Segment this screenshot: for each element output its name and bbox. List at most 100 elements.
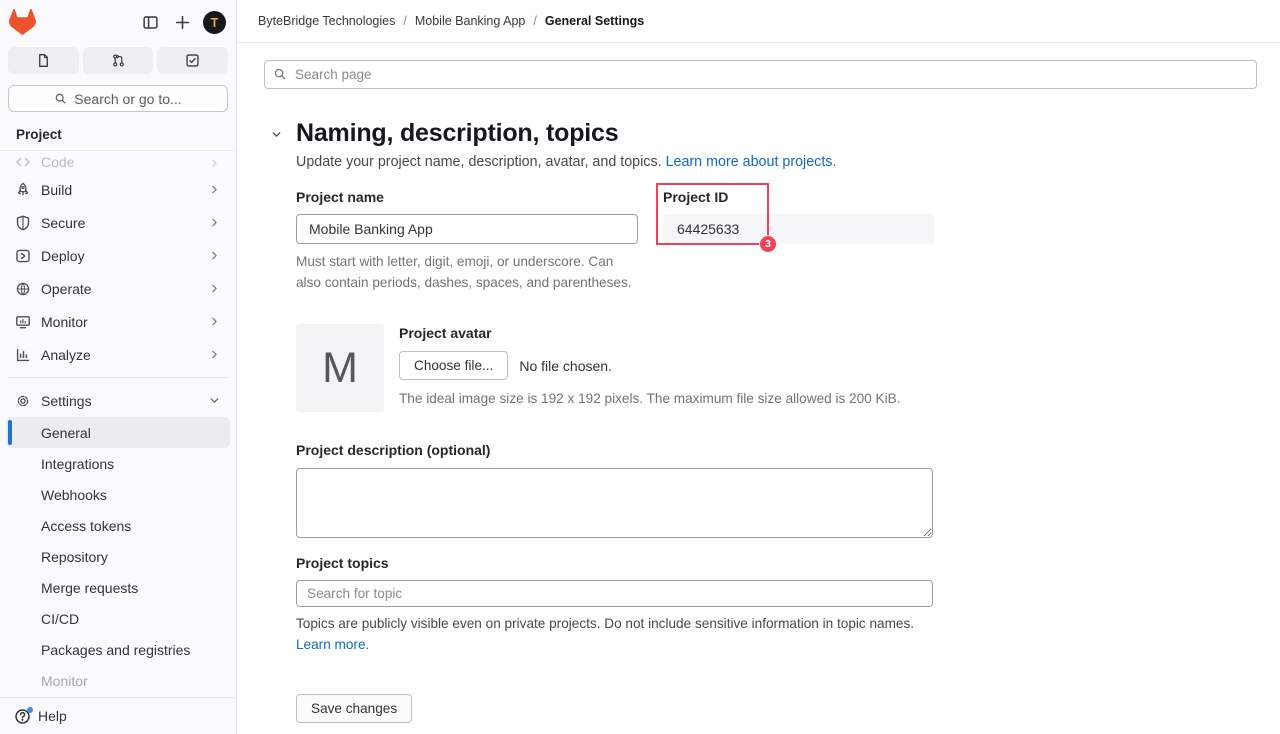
project-avatar-label: Project avatar [399,325,900,341]
section-subtitle-text: Update your project name, description, a… [296,154,662,170]
section-subtitle: Update your project name, description, a… [296,154,1257,170]
breadcrumb-item-bytebridge-technologies[interactable]: ByteBridge Technologies [258,14,395,28]
sidebar-subitem-webhooks[interactable]: Webhooks [6,479,230,510]
chevron-down-icon [208,394,221,407]
chevron-right-icon [208,183,221,196]
chevron-right-icon [208,315,221,328]
sidebar-item-label: Analyze [41,347,208,363]
sidebar-item-label: Code [41,154,208,170]
analyze-icon [15,347,31,363]
main-area: ByteBridge Technologies / Mobile Banking A… [237,0,1280,734]
sidebar-subitem-label: Access tokens [41,518,131,534]
project-avatar-tile: M [296,324,384,412]
sidebar-subitem-packages-and-registries[interactable]: Packages and registries [6,634,230,665]
search-icon [273,67,287,81]
project-description-textarea[interactable] [296,468,933,538]
sidebar-item-label: Deploy [41,248,208,264]
sidebar-subitem-integrations[interactable]: Integrations [6,448,230,479]
sidebar-item-settings[interactable]: Settings [6,384,230,417]
topics-help-text: Topics are publicly visible even on priv… [296,616,914,631]
sidebar-item-monitor[interactable]: Monitor [6,305,230,338]
search-page-input[interactable] [264,60,1257,89]
chevron-right-icon [208,249,221,262]
operate-icon [15,281,31,297]
search-or-go-to-label: Search or go to... [74,91,181,107]
sidebar-item-label: Build [41,182,208,198]
topics-help: Topics are publicly visible even on priv… [296,613,946,655]
context-header: Project [0,112,236,151]
search-or-go-to-button[interactable]: Search or go to... [8,85,228,112]
avatar-help: The ideal image size is 192 x 192 pixels… [399,391,900,406]
project-topics-input[interactable] [296,580,933,607]
breadcrumb-separator: / [403,14,406,28]
create-new-button[interactable] [169,9,195,35]
sidebar-subitem-ci-cd[interactable]: CI/CD [6,603,230,634]
sidebar-item-build[interactable]: Build [6,173,230,206]
breadcrumb-item-mobile-banking-app[interactable]: Mobile Banking App [415,14,526,28]
deploy-icon [15,248,31,264]
help-label: Help [38,708,67,724]
sidebar-subitem-monitor[interactable]: Monitor [6,665,230,696]
section-collapse-chevron-icon[interactable] [270,128,283,141]
sidebar-item-label: Secure [41,215,208,231]
save-changes-button[interactable]: Save changes [296,694,412,723]
counter-buttons [0,44,236,74]
breadcrumb-item-general-settings: General Settings [545,14,644,28]
gear-icon [15,393,31,409]
sidebar-subitem-label: Monitor [41,673,88,689]
todo-list-button[interactable] [157,47,228,74]
sidebar-subitem-label: Repository [41,549,108,565]
settings-content: Naming, description, topics Update your … [237,43,1280,734]
sidebar-subitem-label: General [41,425,91,441]
sidebar-toggle-button[interactable] [137,9,163,35]
breadcrumb-separator: / [533,14,536,28]
sidebar-subitem-label: Packages and registries [41,642,190,658]
sidebar-subitem-access-tokens[interactable]: Access tokens [6,510,230,541]
no-file-chosen-text: No file chosen. [519,358,612,374]
sidebar-item-code[interactable]: Code [6,153,230,173]
project-id-value: 64425633 [663,214,934,244]
sidebar-item-secure[interactable]: Secure [6,206,230,239]
panel-toggle-icon [142,14,159,31]
project-name-help: Must start with letter, digit, emoji, or… [296,251,638,293]
sidebar-subitem-label: Merge requests [41,580,138,596]
super-sidebar: T Search or go to... Project Code Build Se… [0,0,237,734]
sidebar-subitem-repository[interactable]: Repository [6,541,230,572]
gitlab-logo-icon [9,9,36,35]
sidebar-item-analyze[interactable]: Analyze [6,338,230,371]
merge-request-icon [111,53,126,68]
project-topics-label: Project topics [296,555,1257,571]
sidebar-subitem-general[interactable]: General [6,417,230,448]
todo-icon [185,53,200,68]
chevron-right-icon [208,216,221,229]
breadcrumb: ByteBridge Technologies / Mobile Banking A… [258,14,644,28]
issues-button[interactable] [8,47,79,74]
project-name-label: Project name [296,189,638,205]
sidebar-item-label: Settings [41,393,208,409]
topics-learn-more-link[interactable]: Learn more. [296,637,369,652]
search-icon [54,92,67,105]
project-description-label: Project description (optional) [296,442,1257,458]
issues-icon [36,53,51,68]
project-name-input[interactable] [296,214,638,244]
sidebar-subitem-merge-requests[interactable]: Merge requests [6,572,230,603]
breadcrumb-bar: ByteBridge Technologies / Mobile Banking A… [237,0,1280,43]
nav-divider [8,377,228,378]
shield-icon [15,215,31,231]
sidebar-subitem-label: CI/CD [41,611,79,627]
merge-requests-button[interactable] [83,47,154,74]
sidebar-help-item[interactable]: Help [0,697,236,734]
chevron-right-icon [208,157,221,170]
sidebar-item-operate[interactable]: Operate [6,272,230,305]
sidebar-item-label: Operate [41,281,208,297]
learn-more-projects-link[interactable]: Learn more about projects. [666,154,837,170]
sidebar-nav: Code Build Secure Deploy Operate Monitor Analy… [0,151,236,697]
sidebar-item-deploy[interactable]: Deploy [6,239,230,272]
user-avatar[interactable]: T [203,11,226,34]
project-id-label: Project ID [663,189,934,205]
section-title: Naming, description, topics [296,119,618,148]
monitor-icon [15,314,31,330]
choose-file-button[interactable]: Choose file... [399,351,508,380]
help-icon [14,708,31,725]
active-indicator [8,420,12,445]
